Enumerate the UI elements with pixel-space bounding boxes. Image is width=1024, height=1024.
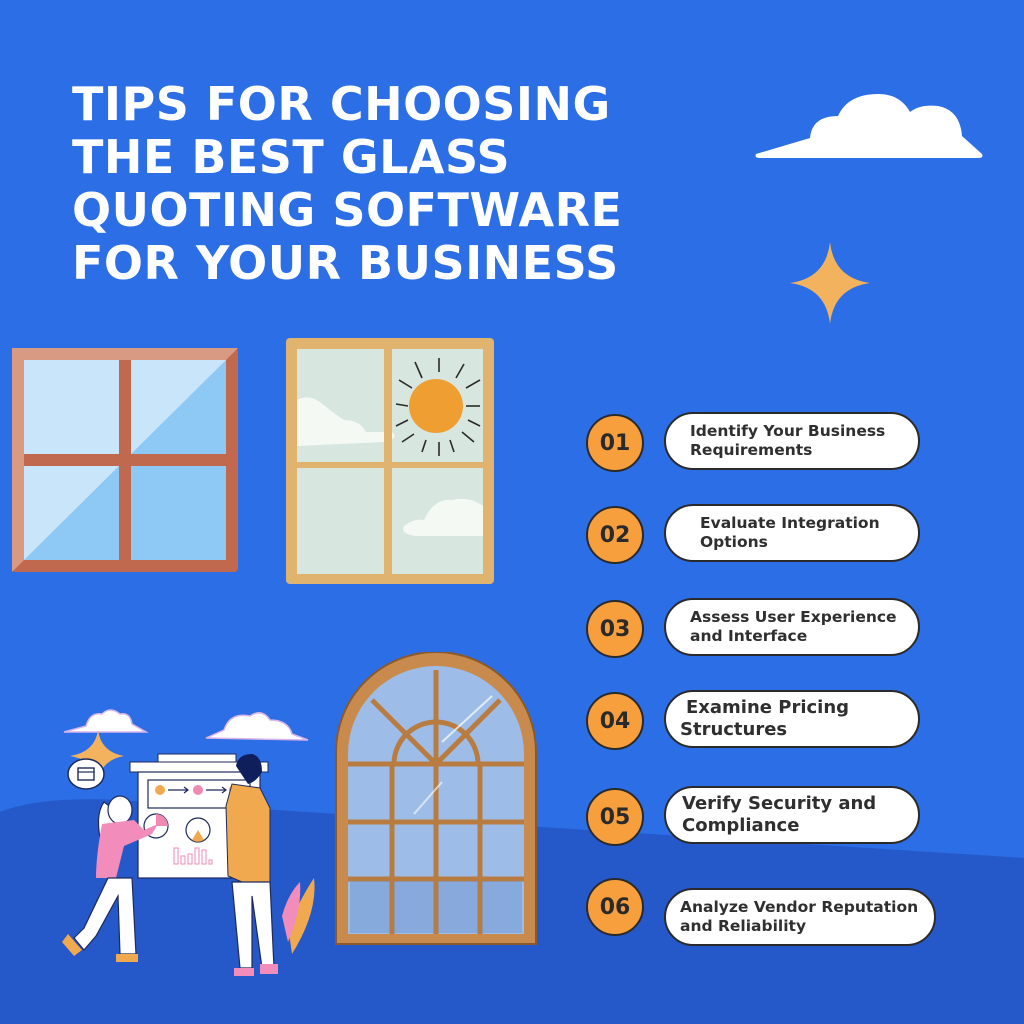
step-number-badge: 05 [586, 788, 644, 846]
step-label-line: Options [700, 533, 768, 551]
step-label-line: Assess User Experience [690, 608, 897, 626]
tip-item: 01 Identify Your Business Requirements [584, 410, 1024, 474]
title-line: TIPS FOR CHOOSING [72, 77, 611, 131]
step-label: Verify Security and Compliance [664, 786, 920, 844]
step-number-badge: 01 [586, 414, 644, 472]
step-number-badge: 02 [586, 506, 644, 564]
step-label-line: Compliance [682, 815, 800, 836]
presentation-people-illustration [62, 709, 315, 976]
step-label-line: and Reliability [680, 917, 807, 935]
title-line: QUOTING SOFTWARE [72, 183, 623, 237]
step-label-line: Verify Security and [682, 793, 877, 814]
step-label-line: Identify Your Business [690, 422, 886, 440]
step-label-line: Evaluate Integration [700, 514, 880, 532]
window-icon [12, 348, 238, 572]
tips-list: 01 Identify Your Business Requirements 0… [584, 0, 1024, 1024]
cloud-icon [205, 712, 309, 741]
step-label-line: Analyze Vendor Reputation [680, 898, 919, 916]
cloud-icon [63, 709, 149, 733]
step-label: Identify Your Business Requirements [664, 412, 920, 470]
infographic: TIPS FOR CHOOSING THE BEST GLASS QUOTING… [0, 0, 1024, 1024]
step-label-line: Requirements [690, 441, 813, 459]
title-line: FOR YOUR BUSINESS [72, 236, 619, 290]
arched-window-icon [335, 652, 537, 945]
step-label: Evaluate Integration Options [664, 504, 920, 562]
calendar-icon [67, 758, 105, 790]
title-line: THE BEST GLASS [72, 130, 511, 184]
step-label-line: and Interface [690, 627, 808, 645]
step-number-badge: 04 [586, 692, 644, 750]
step-number-badge: 06 [586, 878, 644, 936]
step-label-line: Examine Pricing [686, 697, 850, 718]
step-label: Assess User Experience and Interface [664, 598, 920, 656]
tip-item: 02 Evaluate Integration Options [584, 502, 1024, 566]
tip-item: 04 Examine Pricing Structures [584, 688, 1024, 752]
page-title: TIPS FOR CHOOSING THE BEST GLASS QUOTING… [72, 78, 672, 290]
tip-item: 06 Analyze Vendor Reputation and Reliabi… [584, 878, 1024, 946]
step-number-badge: 03 [586, 600, 644, 658]
step-label-line: Structures [680, 719, 788, 740]
tip-item: 05 Verify Security and Compliance [584, 784, 1024, 848]
step-label: Analyze Vendor Reputation and Reliabilit… [664, 888, 936, 946]
sunny-window-icon [286, 338, 494, 584]
tip-item: 03 Assess User Experience and Interface [584, 596, 1024, 660]
step-label: Examine Pricing Structures [664, 690, 920, 748]
